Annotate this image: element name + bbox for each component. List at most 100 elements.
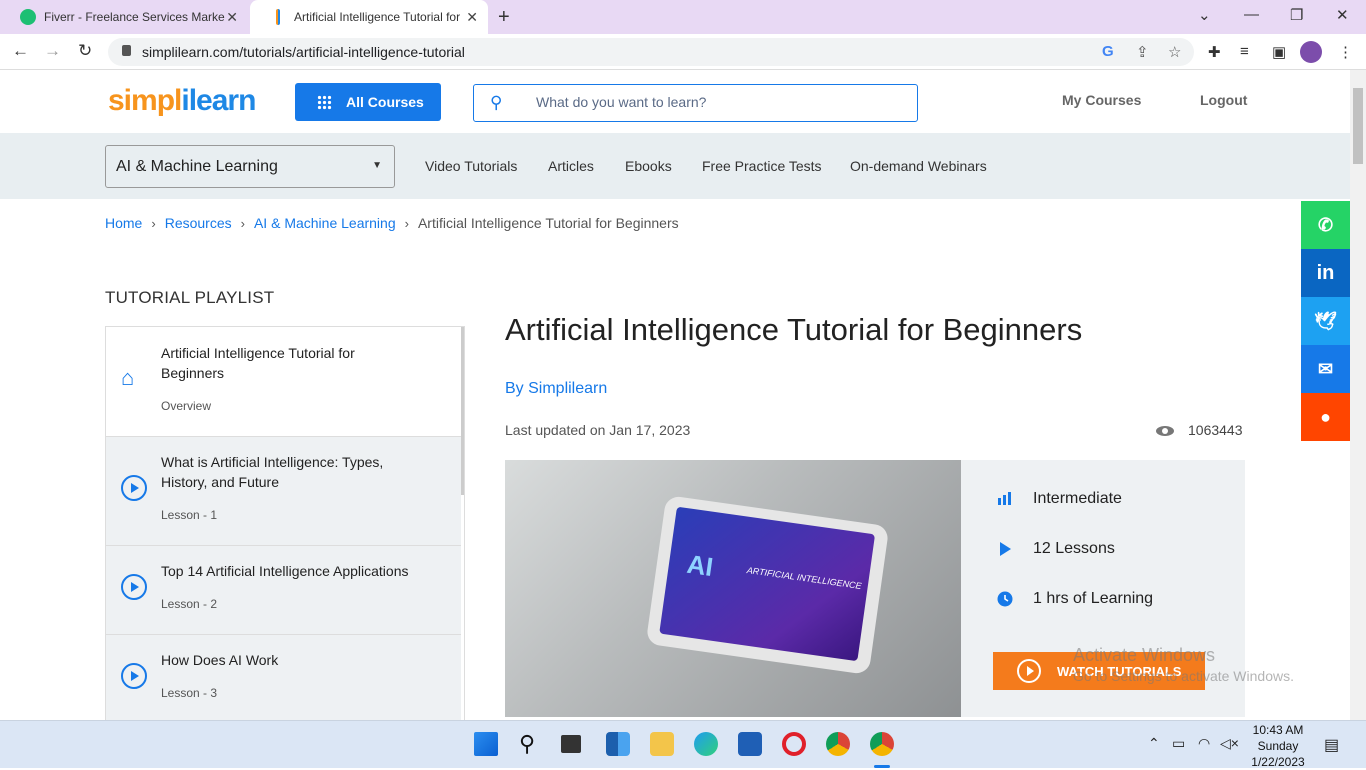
scroll-thumb[interactable] <box>1353 88 1363 164</box>
menu-kebab-icon[interactable]: ⋮ <box>1338 43 1353 61</box>
close-window-icon[interactable]: ✕ <box>1336 6 1349 24</box>
tutorial-playlist: ⌂ Artificial Intelligence Tutorial for B… <box>105 326 465 720</box>
level-text: Intermediate <box>1033 490 1122 507</box>
tray-chevron-up-icon[interactable]: ⌃ <box>1148 735 1160 752</box>
forward-icon[interactable]: → <box>44 41 61 61</box>
grid-icon <box>317 94 332 110</box>
close-tab-icon[interactable]: ✕ <box>226 9 238 26</box>
nav-articles[interactable]: Articles <box>548 158 594 174</box>
category-nav: AI & Machine Learning ▼ Video Tutorials … <box>0 133 1350 199</box>
twitter-share-button[interactable]: 🕊 <box>1301 297 1350 345</box>
reload-icon[interactable]: ↻ <box>78 41 92 61</box>
widgets-icon[interactable] <box>606 732 630 756</box>
tab-title: Artificial Intelligence Tutorial for <box>294 10 461 24</box>
messenger-icon: ✉ <box>1317 358 1334 379</box>
playlist-heading: TUTORIAL PLAYLIST <box>105 288 275 307</box>
profile-avatar[interactable] <box>1300 41 1322 63</box>
view-count: 1063443 <box>1156 422 1243 438</box>
linkedin-icon: in <box>1316 261 1335 284</box>
play-circle-icon <box>121 475 147 501</box>
chevron-right-icon: › <box>404 215 409 231</box>
eye-icon <box>1156 426 1174 437</box>
logout-link[interactable]: Logout <box>1200 92 1247 108</box>
playlist-item-sub: Lesson - 1 <box>161 508 218 522</box>
simplilearn-logo[interactable]: simplilearn <box>108 84 256 118</box>
messenger-share-button[interactable]: ✉ <box>1301 345 1350 393</box>
notification-icon[interactable]: ▤ <box>1324 735 1339 755</box>
playlist-item-overview[interactable]: ⌂ Artificial Intelligence Tutorial for B… <box>106 327 461 437</box>
last-updated: Last updated on Jan 17, 2023 <box>505 422 691 438</box>
opera-icon[interactable] <box>782 732 806 756</box>
address-bar[interactable]: simplilearn.com/tutorials/artificial-int… <box>108 38 1194 66</box>
browser-tab-simplilearn[interactable]: Artificial Intelligence Tutorial for ✕ <box>250 0 488 34</box>
breadcrumb-resources[interactable]: Resources <box>165 215 232 231</box>
playlist-item-lesson-3[interactable]: How Does AI Work Lesson - 3 <box>106 635 461 720</box>
close-tab-icon[interactable]: ✕ <box>466 9 478 26</box>
nav-ebooks[interactable]: Ebooks <box>625 158 672 174</box>
taskbar-clock[interactable]: 10:43 AM Sunday 1/22/2023 <box>1250 722 1306 770</box>
reading-list-icon[interactable]: ≡ <box>1240 43 1249 60</box>
site-header: simplilearn All Courses ⚲ My Courses Log… <box>0 70 1350 133</box>
search-icon[interactable]: ⚲ <box>519 732 543 756</box>
playlist-item-title: What is Artificial Intelligence: Types, … <box>161 454 384 490</box>
search-input[interactable] <box>536 94 896 110</box>
hero-caption: ARTIFICIAL INTELLIGENCE <box>746 565 863 592</box>
share-page-icon[interactable]: ⇪ <box>1136 43 1149 61</box>
playlist-item-title: Top 14 Artificial Intelligence Applicati… <box>161 563 409 579</box>
playlist-item-title: How Does AI Work <box>161 652 279 668</box>
google-lens-icon[interactable]: G <box>1102 43 1114 60</box>
chrome-profile-icon[interactable] <box>870 732 894 756</box>
file-explorer-icon[interactable] <box>650 732 674 756</box>
wifi-icon[interactable]: ◠ <box>1198 735 1210 752</box>
volume-muted-icon[interactable]: ◁× <box>1220 735 1239 752</box>
whatsapp-share-button[interactable]: ✆ <box>1301 201 1350 249</box>
chrome-icon[interactable] <box>826 732 850 756</box>
start-icon[interactable] <box>474 732 498 756</box>
category-dropdown[interactable]: AI & Machine Learning ▼ <box>105 145 395 188</box>
playlist-item-sub: Lesson - 2 <box>161 597 218 611</box>
search-icon: ⚲ <box>490 93 503 112</box>
hero-image: AI ARTIFICIAL INTELLIGENCE <box>505 460 961 717</box>
chevron-right-icon: › <box>151 215 156 231</box>
tab-search-chevron-icon[interactable]: ⌄ <box>1198 6 1211 24</box>
nav-on-demand-webinars[interactable]: On-demand Webinars <box>850 158 987 174</box>
author-link[interactable]: By Simplilearn <box>505 380 607 398</box>
extensions-icon[interactable]: ✚ <box>1208 43 1221 61</box>
chevron-right-icon: › <box>240 215 245 231</box>
activate-windows-subtitle: Go to Settings to activate Windows. <box>1073 668 1294 684</box>
playlist-item-lesson-2[interactable]: Top 14 Artificial Intelligence Applicati… <box>106 546 461 635</box>
browser-tab-bar: Fiverr - Freelance Services Marke ✕ Arti… <box>0 0 1366 34</box>
page-title: Artificial Intelligence Tutorial for Beg… <box>505 312 1083 347</box>
whatsapp-icon: ✆ <box>1317 214 1334 235</box>
bookmark-star-icon[interactable]: ☆ <box>1168 43 1181 61</box>
store-icon[interactable] <box>738 732 762 756</box>
all-courses-button[interactable]: All Courses <box>295 83 441 121</box>
edge-icon[interactable] <box>694 732 718 756</box>
reddit-share-button[interactable]: ● <box>1301 393 1350 441</box>
nav-video-tutorials[interactable]: Video Tutorials <box>425 158 517 174</box>
linkedin-share-button[interactable]: in <box>1301 249 1350 297</box>
breadcrumb-category[interactable]: AI & Machine Learning <box>254 215 396 231</box>
battery-icon[interactable]: ▭ <box>1172 735 1185 752</box>
home-icon: ⌂ <box>121 365 135 390</box>
playlist-item-lesson-1[interactable]: What is Artificial Intelligence: Types, … <box>106 437 461 546</box>
fiverr-favicon-icon <box>20 9 36 25</box>
side-panel-icon[interactable]: ▣ <box>1272 43 1286 61</box>
tablet-screen: AI ARTIFICIAL INTELLIGENCE <box>659 506 876 662</box>
back-icon[interactable]: ← <box>12 41 29 61</box>
new-tab-icon[interactable]: + <box>498 6 510 29</box>
minimize-icon[interactable]: — <box>1244 6 1259 23</box>
restore-icon[interactable]: ❐ <box>1290 6 1303 24</box>
browser-tab-fiverr[interactable]: Fiverr - Freelance Services Marke ✕ <box>0 0 248 34</box>
category-selected: AI & Machine Learning <box>116 158 278 175</box>
caret-down-icon: ▼ <box>372 160 382 171</box>
task-view-icon[interactable] <box>561 735 581 753</box>
windows-taskbar: ⚲ ⌃ ▭ ◠ ◁× 10:43 AM Sunday 1/22/2023 ▤ <box>0 720 1366 770</box>
my-courses-link[interactable]: My Courses <box>1062 92 1141 108</box>
lock-icon <box>122 45 131 56</box>
nav-free-practice-tests[interactable]: Free Practice Tests <box>702 158 822 174</box>
twitter-icon: 🕊 <box>1314 310 1337 331</box>
search-box[interactable]: ⚲ <box>473 84 918 122</box>
page-scrollbar[interactable] <box>1350 70 1366 720</box>
breadcrumb-home[interactable]: Home <box>105 215 142 231</box>
